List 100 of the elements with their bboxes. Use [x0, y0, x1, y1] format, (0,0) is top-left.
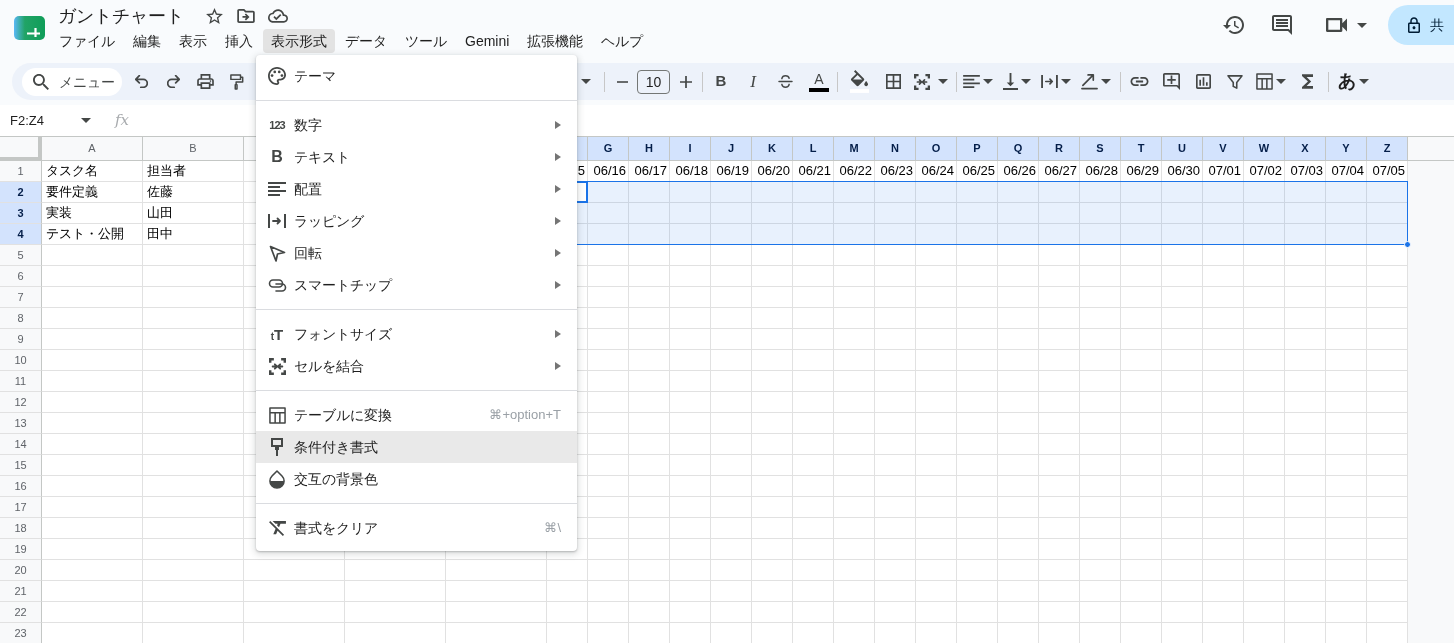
row-header[interactable]: 12: [0, 392, 42, 413]
link-icon[interactable]: [1129, 77, 1149, 86]
row-header[interactable]: 9: [0, 329, 42, 350]
share-button[interactable]: 共: [1388, 5, 1454, 45]
menu-item[interactable]: ラッピング: [256, 205, 577, 237]
align-left-icon[interactable]: [963, 75, 980, 88]
row-header[interactable]: 22: [0, 602, 42, 623]
menubar-item[interactable]: ファイル: [51, 29, 123, 53]
caret-icon[interactable]: [1357, 22, 1367, 28]
row-header[interactable]: 3: [0, 203, 42, 224]
row-header[interactable]: 4: [0, 224, 42, 245]
borders-icon[interactable]: [885, 74, 901, 89]
menu-item[interactable]: テーブルに変換 ⌘+option+T: [256, 399, 577, 431]
menu-item[interactable]: 回転: [256, 237, 577, 269]
text-wrap-icon[interactable]: [1041, 75, 1058, 88]
menu-item[interactable]: tT フォントサイズ: [256, 318, 577, 350]
filter-icon[interactable]: [1227, 74, 1243, 89]
menu-item[interactable]: B テキスト: [256, 141, 577, 173]
minus-icon[interactable]: [616, 80, 628, 83]
caret-icon[interactable]: [81, 118, 91, 123]
star-icon[interactable]: [206, 8, 223, 24]
comment-icon[interactable]: [1272, 15, 1292, 35]
row-header[interactable]: 15: [0, 455, 42, 476]
menu-item[interactable]: テーマ: [256, 60, 577, 92]
column-header[interactable]: G: [588, 137, 629, 161]
column-header[interactable]: Q: [998, 137, 1039, 161]
name-box-field[interactable]: F2:Z4: [10, 110, 76, 131]
input-tools-button[interactable]: あ: [1333, 65, 1374, 98]
text-color-button[interactable]: A: [803, 65, 835, 98]
row-header[interactable]: 1: [0, 161, 42, 182]
row-header[interactable]: 14: [0, 434, 42, 455]
fill-handle[interactable]: [1404, 241, 1411, 248]
column-header[interactable]: I: [670, 137, 711, 161]
caret-icon[interactable]: [1061, 79, 1071, 84]
history-icon[interactable]: [1222, 16, 1244, 34]
menubar-item[interactable]: 表示形式: [263, 29, 335, 53]
row-header[interactable]: 20: [0, 560, 42, 581]
row-header[interactable]: 5: [0, 245, 42, 266]
row-header[interactable]: 23: [0, 623, 42, 643]
row-header[interactable]: 6: [0, 266, 42, 287]
italic-button[interactable]: I: [737, 65, 769, 98]
column-header[interactable]: T: [1121, 137, 1162, 161]
menubar-item[interactable]: ツール: [397, 29, 455, 53]
menu-item[interactable]: 条件付き書式: [256, 431, 577, 463]
paint-roller-icon[interactable]: [230, 73, 244, 90]
menubar-item[interactable]: データ: [337, 29, 395, 53]
row-header[interactable]: 21: [0, 581, 42, 602]
column-header[interactable]: V: [1203, 137, 1244, 161]
column-header[interactable]: K: [752, 137, 793, 161]
caret-icon[interactable]: [938, 79, 948, 84]
row-header[interactable]: 2: [0, 182, 42, 203]
caret-icon[interactable]: [1276, 79, 1286, 84]
row-header[interactable]: 19: [0, 539, 42, 560]
document-title[interactable]: ガントチャート: [58, 4, 184, 28]
row-header[interactable]: 10: [0, 350, 42, 371]
paint-bucket-icon[interactable]: [849, 70, 869, 93]
column-header[interactable]: H: [629, 137, 670, 161]
row-header[interactable]: 7: [0, 287, 42, 308]
diagonal-arrow-icon[interactable]: [1081, 73, 1098, 90]
merge-cells-icon[interactable]: [914, 73, 930, 90]
cloud-check-icon[interactable]: [268, 9, 288, 23]
row-header[interactable]: 11: [0, 371, 42, 392]
printer-icon[interactable]: [196, 74, 214, 89]
column-header[interactable]: A: [42, 137, 143, 161]
strikethrough-icon[interactable]: [777, 75, 793, 88]
column-header[interactable]: B: [143, 137, 244, 161]
add-comment-icon[interactable]: [1162, 73, 1180, 90]
column-header[interactable]: S: [1080, 137, 1121, 161]
row-header[interactable]: 18: [0, 518, 42, 539]
spreadsheet-logo-icon[interactable]: [14, 16, 45, 40]
column-header[interactable]: L: [793, 137, 834, 161]
column-header[interactable]: O: [916, 137, 957, 161]
menubar-item[interactable]: 拡張機能: [519, 29, 592, 53]
column-header[interactable]: N: [875, 137, 916, 161]
menubar-item[interactable]: Gemini: [457, 29, 518, 53]
column-header[interactable]: U: [1162, 137, 1203, 161]
caret-icon[interactable]: [1359, 79, 1369, 84]
column-header[interactable]: P: [957, 137, 998, 161]
menu-item[interactable]: 交互の背景色: [256, 463, 577, 495]
undo-icon[interactable]: [134, 75, 148, 88]
menubar-item[interactable]: ヘルプ: [593, 29, 652, 53]
video-camera-icon[interactable]: [1326, 18, 1347, 32]
caret-icon[interactable]: [983, 79, 993, 84]
column-header[interactable]: M: [834, 137, 875, 161]
bold-button[interactable]: B: [705, 65, 737, 98]
menu-item[interactable]: 配置: [256, 173, 577, 205]
chart-icon[interactable]: [1195, 74, 1211, 89]
row-header[interactable]: 8: [0, 308, 42, 329]
caret-icon[interactable]: [581, 79, 591, 84]
table-icon[interactable]: [1256, 73, 1273, 90]
menu-item[interactable]: スマートチップ: [256, 269, 577, 301]
caret-icon[interactable]: [1021, 79, 1031, 84]
menu-item[interactable]: 123 数字: [256, 109, 577, 141]
caret-icon[interactable]: [1101, 79, 1111, 84]
sigma-icon[interactable]: [1301, 74, 1313, 89]
font-size-field[interactable]: 10: [637, 69, 670, 94]
align-bottom-icon[interactable]: [1003, 73, 1018, 90]
menubar-item[interactable]: 編集: [125, 29, 169, 53]
menu-item[interactable]: 書式をクリア ⌘\: [256, 512, 577, 544]
redo-icon[interactable]: [166, 75, 180, 88]
